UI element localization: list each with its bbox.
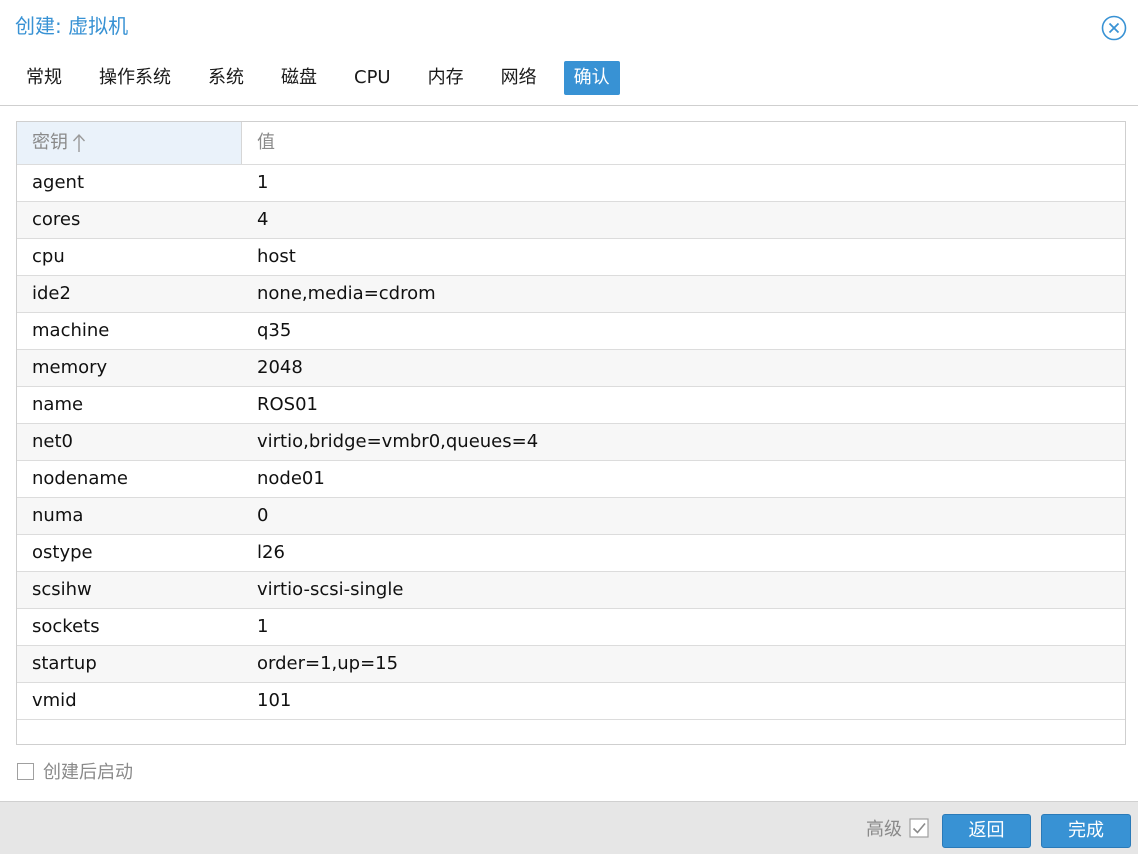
table-row[interactable]: startup order=1,up=15 bbox=[17, 646, 1125, 683]
table-row[interactable]: vmid 101 bbox=[17, 683, 1125, 720]
column-header-key[interactable]: 密钥 bbox=[17, 122, 242, 164]
close-icon[interactable] bbox=[1101, 15, 1127, 41]
row-value: l26 bbox=[257, 542, 285, 563]
dialog-footer: 高级 返回 完成 bbox=[0, 801, 1138, 854]
finish-button[interactable]: 完成 bbox=[1041, 814, 1131, 848]
row-value: virtio,bridge=vmbr0,queues=4 bbox=[257, 431, 539, 452]
tab-cpu[interactable]: CPU bbox=[344, 61, 401, 95]
table-row[interactable]: numa 0 bbox=[17, 498, 1125, 535]
grid-rows: agent 1 cores 4 cpu host ide2 none,media=cdrom m… bbox=[17, 165, 1125, 720]
grid-header: 密钥 值 bbox=[17, 122, 1125, 165]
table-row[interactable]: sockets 1 bbox=[17, 609, 1125, 646]
table-row[interactable]: ostype l26 bbox=[17, 535, 1125, 572]
summary-grid: 密钥 值 agent 1 cores 4 cpu host ide2 none,media=c… bbox=[16, 121, 1126, 745]
row-value: host bbox=[257, 246, 296, 267]
row-value: ROS01 bbox=[257, 394, 319, 415]
row-key: nodename bbox=[32, 468, 128, 489]
row-key: scsihw bbox=[32, 579, 92, 600]
start-after-create-checkbox[interactable] bbox=[17, 762, 34, 780]
tab-os[interactable]: 操作系统 bbox=[89, 61, 181, 95]
dialog-title: 创建: 虚拟机 bbox=[15, 14, 129, 38]
row-key: startup bbox=[32, 653, 97, 674]
row-value: none,media=cdrom bbox=[257, 283, 436, 304]
advanced-checkbox[interactable] bbox=[909, 818, 929, 838]
table-row[interactable]: machine q35 bbox=[17, 313, 1125, 350]
row-value: node01 bbox=[257, 468, 325, 489]
tab-system[interactable]: 系统 bbox=[198, 61, 254, 95]
row-value: 0 bbox=[257, 505, 269, 526]
row-value: 101 bbox=[257, 690, 292, 711]
row-key: cores bbox=[32, 209, 81, 230]
back-button[interactable]: 返回 bbox=[942, 814, 1031, 848]
arrow-up-icon bbox=[72, 133, 86, 152]
tab-disks[interactable]: 磁盘 bbox=[271, 61, 327, 95]
table-row[interactable]: agent 1 bbox=[17, 165, 1125, 202]
tab-network[interactable]: 网络 bbox=[491, 61, 547, 95]
row-key: name bbox=[32, 394, 84, 415]
start-after-create-label: 创建后启动 bbox=[43, 762, 133, 783]
row-key: vmid bbox=[32, 690, 77, 711]
row-value: q35 bbox=[257, 320, 292, 341]
table-row[interactable]: name ROS01 bbox=[17, 387, 1125, 424]
row-key: net0 bbox=[32, 431, 73, 452]
start-after-create-option[interactable]: 创建后启动 bbox=[17, 759, 133, 783]
wizard-tabs: 常规 操作系统 系统 磁盘 CPU 内存 网络 确认 bbox=[16, 61, 637, 95]
row-value: order=1,up=15 bbox=[257, 653, 399, 674]
table-row[interactable]: net0 virtio,bridge=vmbr0,queues=4 bbox=[17, 424, 1125, 461]
table-row[interactable]: scsihw virtio-scsi-single bbox=[17, 572, 1125, 609]
table-row[interactable]: cores 4 bbox=[17, 202, 1125, 239]
row-key: cpu bbox=[32, 246, 65, 267]
column-header-key-label: 密钥 bbox=[32, 132, 68, 153]
row-key: ostype bbox=[32, 542, 93, 563]
row-key: machine bbox=[32, 320, 110, 341]
advanced-label: 高级 bbox=[866, 819, 902, 840]
tab-memory[interactable]: 内存 bbox=[418, 61, 474, 95]
row-value: 1 bbox=[257, 616, 269, 637]
row-value: virtio-scsi-single bbox=[257, 579, 404, 600]
table-row[interactable]: cpu host bbox=[17, 239, 1125, 276]
row-value: 2048 bbox=[257, 357, 303, 378]
tab-general[interactable]: 常规 bbox=[16, 61, 72, 95]
tab-confirm[interactable]: 确认 bbox=[563, 61, 620, 95]
row-key: numa bbox=[32, 505, 84, 526]
advanced-option[interactable]: 高级 bbox=[866, 816, 929, 840]
row-value: 4 bbox=[257, 209, 269, 230]
row-key: ide2 bbox=[32, 283, 71, 304]
table-row[interactable]: memory 2048 bbox=[17, 350, 1125, 387]
row-key: agent bbox=[32, 172, 84, 193]
row-key: sockets bbox=[32, 616, 100, 637]
table-row[interactable]: ide2 none,media=cdrom bbox=[17, 276, 1125, 313]
row-value: 1 bbox=[257, 172, 269, 193]
column-header-value[interactable]: 值 bbox=[242, 122, 1125, 164]
table-row[interactable]: nodename node01 bbox=[17, 461, 1125, 498]
create-vm-dialog: 创建: 虚拟机 常规 操作系统 系统 磁盘 CPU 内存 网络 确认 密钥 值 … bbox=[0, 0, 1138, 854]
row-key: memory bbox=[32, 357, 108, 378]
dialog-header: 创建: 虚拟机 常规 操作系统 系统 磁盘 CPU 内存 网络 确认 bbox=[0, 0, 1138, 106]
